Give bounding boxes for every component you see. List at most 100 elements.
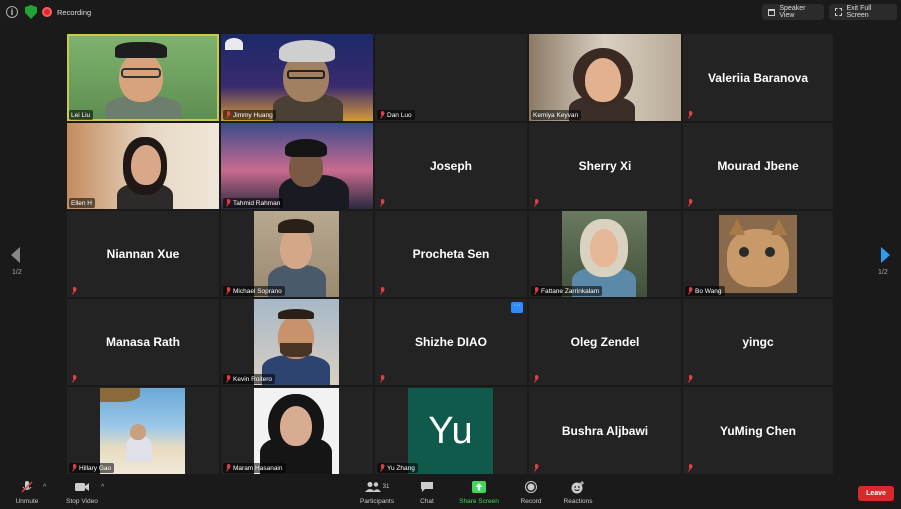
participant-label: Fattane Zarrinkalam [531, 286, 603, 296]
video-tile-dan-luo[interactable]: Dan Luo [375, 34, 527, 121]
muted-mic-icon [379, 375, 385, 383]
participant-label [685, 198, 696, 208]
speaker-view-label: Speaker View [779, 5, 806, 19]
video-tile-ellen-h[interactable]: Ellen H [67, 123, 219, 209]
muted-mic-icon [71, 375, 77, 383]
speaker-view-icon [768, 8, 776, 16]
reactions-button[interactable]: Reactions [553, 480, 603, 505]
audio-options-caret-icon[interactable]: ^ [43, 484, 46, 491]
chat-button[interactable]: Chat [402, 480, 452, 505]
video-tile-yu-zhang[interactable]: Yu Yu Zhang [375, 387, 527, 474]
video-feed [69, 36, 217, 119]
previous-page-arrow-icon[interactable] [11, 247, 20, 263]
participant-label [377, 198, 388, 208]
video-feed [100, 388, 185, 474]
video-feed [221, 123, 373, 209]
video-tile-lei-liu[interactable]: Lei Liu [67, 34, 219, 121]
info-icon[interactable]: i [6, 6, 18, 18]
exit-full-screen-button[interactable]: Exit Full Screen [829, 4, 897, 20]
muted-mic-icon [225, 375, 231, 383]
chat-bubble-icon [402, 480, 452, 494]
participant-display-name: Bushra Aljbawi [561, 423, 649, 438]
participant-label: Ellen H [69, 198, 95, 208]
share-screen-button[interactable]: Share Screen [454, 480, 504, 505]
page-indicator-left: 1/2 [12, 269, 22, 276]
participant-label: Lei Liu [69, 110, 94, 120]
muted-mic-icon [225, 287, 231, 295]
video-tile-kemiya-keyvan[interactable]: Kemiya Keyvan [529, 34, 681, 121]
video-tile-fattane-zarrinkalam[interactable]: Fattane Zarrinkalam [529, 211, 681, 297]
speaker-view-button[interactable]: Speaker View [762, 4, 824, 20]
video-tile-yuming-chen[interactable]: YuMing Chen [683, 387, 833, 474]
encryption-shield-icon[interactable] [25, 5, 37, 19]
stop-video-button[interactable]: Stop Video [57, 480, 107, 505]
video-tile-procheta-sen[interactable]: Procheta Sen [375, 211, 527, 297]
leave-button[interactable]: Leave [858, 486, 894, 501]
video-tile-tahmid-rahman[interactable]: Tahmid Rahman [221, 123, 373, 209]
smiley-plus-icon [553, 480, 603, 494]
participant-display-name: Shizhe DIAO [414, 335, 487, 349]
muted-mic-icon [687, 464, 693, 472]
muted-mic-icon [379, 199, 385, 207]
participant-label: Bo Wang [685, 286, 725, 296]
video-tile-kevin-roitero[interactable]: Kevin Roitero [221, 299, 373, 385]
muted-mic-icon [379, 111, 385, 119]
video-tile-jimmy-huang[interactable]: Jimmy Huang [221, 34, 373, 121]
participant-display-name: Sherry Xi [578, 159, 632, 173]
video-tile-niannan-xue[interactable]: Niannan Xue [67, 211, 219, 297]
video-tile-joseph[interactable]: Joseph [375, 123, 527, 209]
participant-label [69, 286, 80, 296]
recording-indicator[interactable]: Recording [42, 5, 91, 19]
participant-name: Hillary Gao [79, 464, 112, 472]
participant-name: Tahmid Rahman [233, 199, 281, 207]
more-options-button[interactable]: ··· [511, 302, 523, 313]
participant-label [685, 463, 696, 473]
record-icon [506, 480, 556, 494]
participants-button[interactable]: 31 Participants [352, 480, 402, 505]
participant-name: Kemiya Keyvan [533, 111, 579, 119]
video-feed [529, 34, 681, 121]
participant-display-name: Joseph [429, 159, 472, 173]
avatar: Yu [408, 388, 493, 474]
video-options-caret-icon[interactable]: ^ [101, 484, 104, 491]
participant-label [685, 110, 696, 120]
muted-mic-icon [225, 464, 231, 472]
video-tile-oleg-zendel[interactable]: Oleg Zendel [529, 299, 681, 385]
chat-label: Chat [420, 498, 434, 505]
video-tile-mourad-jbene[interactable]: Mourad Jbene [683, 123, 833, 209]
participant-display-name: Oleg Zendel [570, 335, 640, 349]
share-screen-label: Share Screen [459, 498, 499, 505]
page-indicator-right: 1/2 [878, 269, 888, 276]
video-tile-shizhe-diao[interactable]: Shizhe DIAO [375, 299, 527, 385]
record-button[interactable]: Record [506, 480, 556, 505]
participant-name: Yu Zhang [387, 464, 415, 472]
video-tile-yingc[interactable]: yingc [683, 299, 833, 385]
video-tile-maram-hasanain[interactable]: Maram Hasanain [221, 387, 373, 474]
video-tile-bushra-aljbawi[interactable]: Bushra Aljbawi [529, 387, 681, 474]
participant-name: Jimmy Huang [233, 111, 273, 119]
participants-icon: 31 [352, 480, 402, 494]
muted-mic-icon [225, 111, 231, 119]
video-tile-sherry-xi[interactable]: Sherry Xi [529, 123, 681, 209]
meeting-toolbar: Unmute ^ Stop Video ^ 31 Participants Ch… [0, 476, 901, 509]
muted-mic-icon [225, 199, 231, 207]
video-tile-manasa-rath[interactable]: Manasa Rath [67, 299, 219, 385]
participant-name: Bo Wang [695, 287, 722, 295]
muted-mic-icon [533, 375, 539, 383]
participant-label [531, 463, 542, 473]
participant-label: Tahmid Rahman [223, 198, 284, 208]
video-tile-bo-wang[interactable]: Bo Wang [683, 211, 833, 297]
record-label: Record [520, 498, 542, 505]
video-tile-michael-soprano[interactable]: Michael Soprano [221, 211, 373, 297]
participant-name: Dan Luo [387, 111, 412, 119]
participant-display-name: Procheta Sen [412, 247, 490, 261]
stop-video-label: Stop Video [66, 498, 98, 505]
video-tile-valeriia-baranova[interactable]: Valeriia Baranova [683, 34, 833, 121]
next-page-arrow-icon[interactable] [881, 247, 890, 263]
exit-full-screen-label: Exit Full Screen [846, 5, 872, 19]
participant-display-name: Manasa Rath [105, 335, 181, 349]
participant-label: Kemiya Keyvan [531, 110, 582, 120]
participant-name: Kevin Roitero [233, 375, 273, 383]
participant-label [531, 198, 542, 208]
video-tile-hillary-gao[interactable]: Hillary Gao [67, 387, 219, 474]
